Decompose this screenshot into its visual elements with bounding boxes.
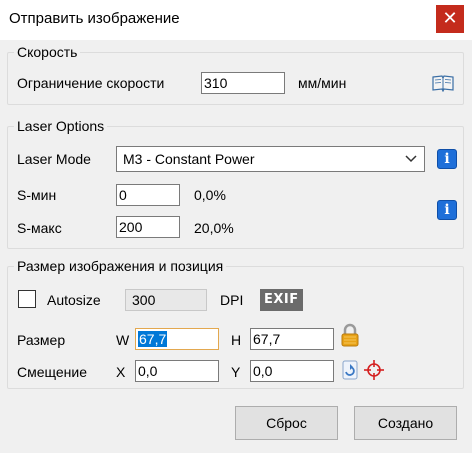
center-align-icon[interactable] bbox=[341, 360, 359, 380]
close-icon: ✕ bbox=[442, 8, 458, 29]
create-button[interactable]: Создано bbox=[354, 406, 457, 440]
info-icon: i bbox=[444, 151, 450, 167]
crosshair-icon[interactable] bbox=[363, 359, 385, 381]
height-label: H bbox=[231, 332, 242, 348]
x-offset-input[interactable] bbox=[135, 360, 219, 382]
s-min-label: S-мин bbox=[17, 187, 57, 203]
laser-mode-label: Laser Mode bbox=[17, 151, 91, 167]
close-button[interactable]: ✕ bbox=[436, 5, 464, 33]
speed-unit-label: мм/мин bbox=[298, 75, 347, 91]
autosize-checkbox[interactable] bbox=[18, 290, 36, 308]
laser-mode-select[interactable]: M3 - Constant Power bbox=[116, 146, 425, 172]
offset-label: Смещение bbox=[17, 364, 88, 380]
width-value: 67,7 bbox=[138, 331, 168, 347]
window-title: Отправить изображение bbox=[9, 10, 180, 27]
create-button-label: Создано bbox=[377, 415, 434, 431]
s-max-percent: 20,0% bbox=[194, 220, 234, 236]
book-icon[interactable] bbox=[432, 74, 454, 93]
width-label: W bbox=[116, 332, 130, 348]
y-offset-input[interactable] bbox=[250, 360, 334, 382]
autosize-label[interactable]: Autosize bbox=[47, 292, 101, 308]
reset-button-label: Сброс bbox=[266, 415, 307, 431]
lock-icon[interactable] bbox=[340, 323, 360, 347]
speed-limit-label: Ограничение скорости bbox=[17, 75, 165, 91]
s-range-info-button[interactable]: i bbox=[437, 200, 457, 220]
title-bar: Отправить изображение ✕ bbox=[0, 0, 472, 40]
speed-limit-input[interactable] bbox=[201, 72, 285, 94]
x-label: X bbox=[116, 364, 126, 380]
laser-options-group bbox=[7, 126, 464, 249]
reset-button[interactable]: Сброс bbox=[235, 406, 338, 440]
s-max-label: S-макс bbox=[17, 220, 62, 236]
exif-label: EXIF bbox=[264, 292, 299, 307]
dpi-label: DPI bbox=[220, 292, 244, 308]
laser-mode-value: M3 - Constant Power bbox=[123, 151, 255, 167]
chevron-down-icon bbox=[405, 155, 417, 163]
speed-legend: Скорость bbox=[14, 44, 81, 60]
size-label: Размер bbox=[17, 332, 66, 348]
y-label: Y bbox=[231, 364, 241, 380]
image-size-legend: Размер изображения и позиция bbox=[14, 258, 227, 274]
s-min-input[interactable] bbox=[116, 184, 180, 206]
height-input[interactable] bbox=[250, 328, 334, 350]
width-input[interactable]: 67,7 bbox=[135, 328, 219, 350]
exif-button[interactable]: EXIF bbox=[260, 289, 303, 311]
laser-options-legend: Laser Options bbox=[14, 118, 108, 134]
info-icon: i bbox=[444, 202, 450, 218]
s-min-percent: 0,0% bbox=[194, 187, 226, 203]
laser-mode-info-button[interactable]: i bbox=[437, 149, 457, 169]
dpi-input[interactable] bbox=[125, 289, 207, 311]
s-max-input[interactable] bbox=[116, 216, 180, 238]
